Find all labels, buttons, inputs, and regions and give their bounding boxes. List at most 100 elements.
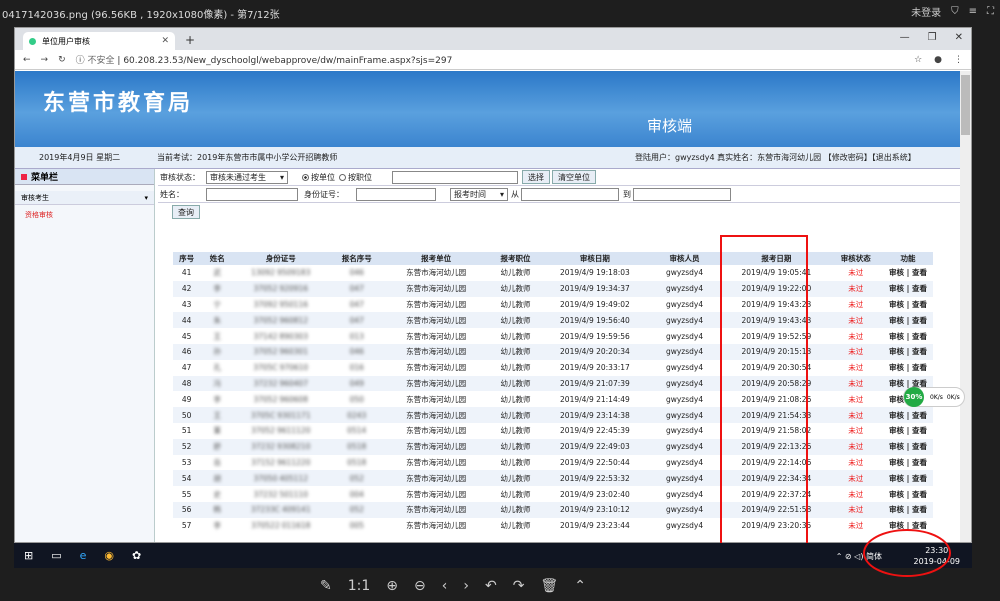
viewer-tool-icon[interactable]: ⌃	[574, 578, 586, 594]
row-actions[interactable]: 审核 | 查看	[889, 411, 927, 420]
row-actions[interactable]: 审核 | 查看	[889, 332, 927, 341]
row-actions[interactable]: 审核 | 查看	[889, 442, 927, 451]
account-icon[interactable]: ●	[934, 55, 942, 65]
table-cell[interactable]: 审核 | 查看	[883, 328, 933, 344]
star-icon[interactable]: ☆	[914, 55, 922, 65]
status-select[interactable]: 审核未通过考生 ▾	[206, 170, 288, 184]
windows-start-icon[interactable]: ⊞	[24, 549, 33, 562]
table-cell[interactable]: 审核 | 查看	[883, 455, 933, 471]
query-button[interactable]: 查询	[172, 205, 200, 219]
table-cell: 东营市海河幼儿园	[386, 407, 487, 423]
row-actions[interactable]: 审核 | 查看	[889, 474, 927, 483]
cell-value: 幼儿教师	[500, 410, 531, 420]
viewer-tool-icon[interactable]: 🗑	[540, 578, 558, 594]
menu-group[interactable]: 审核考生 ▾	[15, 191, 154, 205]
menu-icon[interactable]: ≡	[969, 6, 977, 17]
table-cell[interactable]: 审核 | 查看	[883, 297, 933, 313]
viewer-tool-icon[interactable]: ↶	[485, 578, 497, 594]
viewer-tool-icon[interactable]: ✎	[320, 578, 332, 594]
table-cell[interactable]: 审核 | 查看	[883, 280, 933, 297]
to-date-input[interactable]	[633, 187, 731, 201]
cell-value: 幼儿教师	[500, 521, 531, 531]
table-cell[interactable]: 审核 | 查看	[883, 407, 933, 423]
radio-checked-icon	[302, 173, 309, 181]
viewer-tool-icon[interactable]: ‹	[442, 578, 448, 594]
row-actions[interactable]: 审核 | 查看	[889, 347, 927, 356]
row-actions[interactable]: 审核 | 查看	[889, 363, 927, 372]
fullscreen-icon[interactable]: ⛶	[987, 6, 994, 17]
table-row: 42 李 37052 920916 047 东营市海河幼儿园 幼儿教师 2019/4/9 19…	[173, 280, 933, 297]
from-label: 从	[511, 189, 519, 199]
close-tab-icon[interactable]: ✕	[161, 36, 169, 46]
name-input[interactable]	[206, 187, 298, 201]
more-icon[interactable]: ⋮	[954, 55, 963, 65]
user-info[interactable]: 登陆用户：gwyzsdy4 真实姓名：东营市海河幼儿园 【修改密码】【退出系统】	[635, 152, 916, 163]
table-cell[interactable]: 审核 | 查看	[883, 265, 933, 281]
radio-position[interactable]: 按职位	[339, 172, 372, 183]
row-actions[interactable]: 审核 | 查看	[889, 458, 927, 467]
column-header: 报考单位	[386, 252, 487, 265]
viewer-tool-icon[interactable]: ⊕	[386, 578, 398, 594]
app-icon[interactable]: ✿	[132, 549, 141, 562]
id-input[interactable]	[356, 187, 436, 201]
time-select[interactable]: 报考时间 ▾	[450, 187, 508, 201]
radio-unit[interactable]: 按单位	[302, 172, 335, 183]
row-actions[interactable]: 审核 | 查看	[889, 316, 927, 325]
task-view-icon[interactable]: ▭	[51, 549, 61, 562]
close-window-icon[interactable]: ✕	[955, 32, 963, 43]
table-cell: 53	[173, 455, 200, 471]
table-cell: 37050 405112	[234, 470, 328, 487]
from-date-input[interactable]	[521, 187, 619, 201]
row-actions[interactable]: 审核 | 查看	[889, 284, 927, 293]
row-actions[interactable]: 审核 | 查看	[889, 268, 927, 277]
id-fragment: 3705C	[250, 410, 276, 420]
row-actions[interactable]: 审核 | 查看	[889, 426, 927, 435]
table-cell: 王	[200, 328, 234, 344]
row-actions[interactable]: 审核 | 查看	[889, 490, 927, 499]
table-cell[interactable]: 审核 | 查看	[883, 438, 933, 455]
maximize-icon[interactable]: ❐	[928, 32, 937, 43]
cell-value: gwyzsdy4	[665, 473, 704, 483]
cell-value: 2019/4/9 21:14:49	[560, 394, 630, 404]
url-field[interactable]: ⓘ 不安全 | 60.208.23.53/New_dyschoolgl/weba…	[76, 53, 453, 66]
reload-icon[interactable]: ↻	[58, 55, 66, 65]
menu-header-label: 菜单栏	[31, 173, 59, 183]
table-cell: 13092 9509183	[234, 265, 327, 281]
unit-input[interactable]	[392, 170, 518, 184]
shirt-icon[interactable]: ⛉	[951, 6, 959, 17]
login-status[interactable]: 未登录	[911, 4, 941, 19]
new-tab-icon[interactable]: +	[185, 33, 195, 47]
table-cell[interactable]: 审核 | 查看	[883, 501, 933, 518]
row-actions[interactable]: 审核 | 查看	[889, 300, 927, 309]
table-cell[interactable]: 审核 | 查看	[883, 423, 933, 439]
viewer-tool-icon[interactable]: ↷	[513, 578, 525, 594]
table-cell: 052	[327, 501, 387, 518]
table-cell: 幼儿教师	[486, 375, 546, 392]
browser-tab[interactable]: 单位用户审核 ✕	[23, 32, 175, 50]
table-cell[interactable]: 审核 | 查看	[883, 360, 933, 376]
select-button[interactable]: 选择	[522, 170, 550, 184]
viewer-tool-icon[interactable]: ⊖	[414, 578, 426, 594]
forward-icon[interactable]: →	[41, 55, 49, 65]
menu-item-qualification-review[interactable]: 资格审核	[15, 205, 154, 220]
viewer-tool-icon[interactable]: ›	[463, 578, 469, 594]
minimize-icon[interactable]: —	[900, 32, 910, 43]
clear-unit-button[interactable]: 清空单位	[552, 170, 596, 184]
table-cell: 2019/4/9 23:10:12	[545, 501, 645, 518]
back-icon[interactable]: ←	[23, 55, 31, 65]
table-cell[interactable]: 审核 | 查看	[883, 470, 933, 487]
network-widget[interactable]: 30% 0K/s 0K/s	[903, 387, 965, 407]
table-cell[interactable]: 审核 | 查看	[883, 486, 933, 502]
tab-bar: 单位用户审核 ✕ + — ❐ ✕	[15, 28, 971, 50]
chrome-icon[interactable]: ◉	[104, 549, 114, 562]
table-cell[interactable]: 审核 | 查看	[883, 343, 933, 360]
table-cell: 37142 890303	[234, 328, 327, 344]
edge-icon[interactable]: e	[80, 549, 87, 562]
name-label: 姓名：	[160, 189, 184, 199]
table-cell: 37232 501110	[234, 486, 327, 502]
viewer-tool-icon[interactable]: 1:1	[348, 578, 371, 594]
cell-value: gwyzsdy4	[665, 442, 704, 452]
table-cell[interactable]: 审核 | 查看	[883, 312, 933, 329]
row-actions[interactable]: 审核 | 查看	[889, 505, 927, 514]
scrollbar-thumb[interactable]	[961, 75, 970, 135]
